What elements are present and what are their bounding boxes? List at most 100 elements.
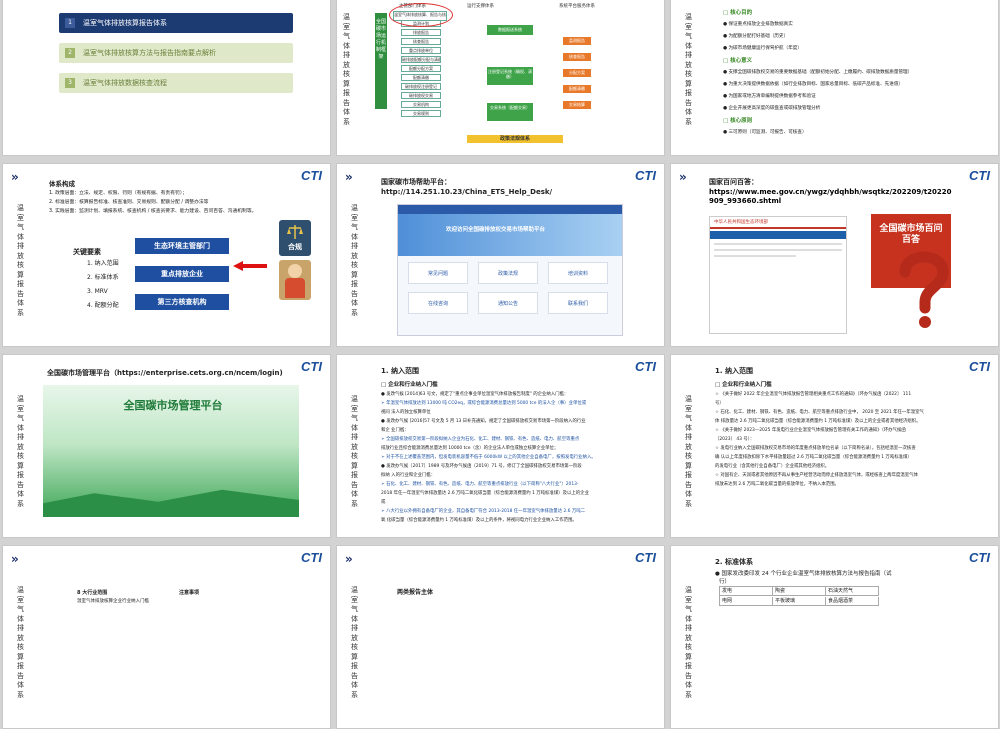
framework-output-box: 交易结算: [563, 101, 591, 109]
help-desk-banner: 欢迎访问全国碳排放权交易市场帮助平台: [446, 227, 546, 233]
section-heading: 1. 纳入范围: [715, 367, 753, 375]
slide-thumbnail-1[interactable]: 1 温室气体排放核算报告体系 2 温室气体排放核算方法与报告指南要点解析 3 温室气体排放…: [2, 0, 331, 156]
help-desk-url[interactable]: http://114.251.10.23/China_ETS_Help_Desk…: [381, 188, 552, 196]
policy-framework-bar: 政策法规体系: [467, 135, 563, 143]
bullet-item: ● 三可原则（可监测、可报告、可核查）: [723, 130, 807, 135]
actor-box: 重点排放企业: [135, 266, 229, 282]
slide-thumbnail-12[interactable]: CTI 温室气体排放核算报告体系 2. 标准体系 ● 国家发改委印发 24 个行…: [670, 545, 999, 729]
help-desk-screenshot: 欢迎访问全国碳排放权交易市场帮助平台 常见问题 政策法规 培训资料在线咨询 通知公告联…: [397, 204, 623, 336]
vertical-caption: 温室气体排放核算报告体系: [351, 395, 358, 508]
chevron-icon: »: [345, 552, 353, 566]
slide-title[interactable]: 全国碳市场管理平台（https://enterprise.cets.org.cn…: [47, 369, 283, 377]
vertical-caption: 温室气体排放核算报告体系: [343, 13, 350, 126]
actor-box: 生态环境主管部门: [135, 238, 229, 254]
body-line: 确 认以上年度排放扣除下水平排放量超过 2.6 万吨二氧化碳当量（综合能源消费量…: [715, 455, 912, 460]
section-heading: 8 大行业范围: [77, 590, 108, 596]
bullet-item: ● 企业开展更高深度的碳盘查或碳排放管理分析: [723, 106, 821, 111]
body-line: ☆ 发电行业纳入全国碳排放权交易市场的年度重点排放单位名录（以下简称名录），包括…: [715, 446, 916, 451]
slide-thumbnail-10[interactable]: » CTI 温室气体排放核算报告体系 8 大行业范围 注意事项 温室气体排放核算…: [2, 545, 331, 729]
slide-title: 国家碳市场帮助平台：: [381, 178, 451, 186]
cti-logo: CTI: [635, 550, 656, 565]
slide-thumbnail-5[interactable]: » CTI 温室气体排放核算报告体系 国家碳市场帮助平台： http://114…: [336, 163, 665, 347]
slide-thumbnail-7[interactable]: CTI 温室气体排放核算报告体系 全国碳市场管理平台（https://enter…: [2, 354, 331, 538]
body-line: ● 发改办气候〔2017〕1989 号及环办气候函〔2019〕71 号，修订了全…: [381, 464, 582, 469]
body-line: ➢ 对于不在上述覆盖范围内，但发电装机容量不低于 6000kW 以上的其他企业自…: [381, 455, 596, 460]
body-line: 1. 政策层面：立法、规定、权限、罚则（有规有据、有责有罚）；: [49, 191, 188, 196]
key-elements-title: 关键要素: [73, 248, 101, 256]
industry-table: 发电 陶瓷 石油天然气电网 平板玻璃 食品烟酒茶: [719, 586, 879, 606]
section-heading: 1. 纳入范围: [381, 367, 419, 375]
table-cell: 电网: [720, 597, 773, 606]
platform-banner-image: 全国碳市场管理平台: [43, 385, 299, 517]
body-line: ● 发改办气候 [2016]57 号文及 5 月 13 日补充通知，规定了全国碳…: [381, 419, 586, 424]
vertical-caption: 温室气体排放核算报告体系: [685, 586, 692, 699]
help-desk-tile[interactable]: 政策法规: [478, 262, 538, 284]
slide-thumbnail-4[interactable]: » CTI 温室气体排放核算报告体系 体系构成 1. 政策层面：立法、规定、权限…: [2, 163, 331, 347]
body-line: ☆ 对国有企、天润或者其他原因不再从事生产经营活动而停止排放温室气体，或经核查上…: [715, 473, 918, 478]
table-cell: 食品烟酒茶: [826, 597, 879, 606]
framework-output-box: 监测报告: [563, 37, 591, 45]
table-cell: 陶瓷: [773, 587, 826, 596]
help-desk-tile[interactable]: 通知公告: [478, 292, 538, 314]
table-cell: 平板玻璃: [773, 597, 826, 606]
slide-thumbnail-2[interactable]: 温室气体排放核算报告体系 全国碳市场运行机制框架 主管部门体系 运行支撑体系 系统平台…: [336, 0, 665, 156]
body-line: ● 国家发改委印发 24 个行业企业温室气体排放核算方法与报告指南（试: [715, 571, 892, 577]
agenda-item-label: 温室气体排放数据核查流程: [83, 79, 167, 87]
section-label: □ 核心原则: [723, 118, 753, 124]
help-desk-tile[interactable]: 联系我们: [548, 292, 608, 314]
body-line: 2018 年任一年温室气体排放量达 2.6 万吨二氧化碳当量（综合能源消费量约 …: [381, 491, 589, 496]
mee-webpage-screenshot: 中华人民共和国生态环境部: [709, 216, 847, 334]
actor-box: 第三方核查机构: [135, 294, 229, 310]
slide-thumbnail-6[interactable]: » CTI 国家百问百答： https://www.mee.gov.cn/ywg…: [670, 163, 999, 347]
framework-system-box: 数据报送系统: [487, 25, 533, 35]
table-cell: 石油天然气: [826, 587, 879, 596]
vertical-caption: 温室气体排放核算报告体系: [17, 204, 24, 317]
slide-title: 体系构成: [49, 180, 75, 188]
body-line: ➢ 年温室气体排放达到 13000 吨 CO2eq，或综合能源消费总量达到 50…: [381, 401, 587, 406]
cti-logo: CTI: [301, 168, 322, 183]
cti-logo: CTI: [301, 359, 322, 374]
body-line: 行）: [719, 579, 731, 585]
agenda-item-3[interactable]: 3 温室气体排放数据核查流程: [59, 73, 293, 93]
bullet-item: ● 为碳市场健康运行保驾护航（年度）: [723, 46, 802, 51]
chevron-icon: »: [11, 552, 19, 566]
slide-thumbnail-8[interactable]: CTI 温室气体排放核算报告体系 1. 纳入范围 □ 企业和行业纳入门槛 ● 发…: [336, 354, 665, 538]
framework-box: 配额清缴: [401, 74, 441, 81]
agenda-item-1[interactable]: 1 温室气体排放核算报告体系: [59, 13, 293, 33]
body-line: 2. 标准层面：核算报告标准、核查准则、交易规则、配额分配 / 调整办法等: [49, 200, 209, 205]
slide-thumbnail-11[interactable]: » CTI 温室气体排放核算报告体系 两类报告主体: [336, 545, 665, 729]
framework-box: 碳排放权注册登记: [401, 83, 441, 90]
slide-thumbnail-3[interactable]: 温室气体排放核算报告体系 □ 核心目的 ● 保证重点排放企业排放数据真实 ● 为配额…: [670, 0, 999, 156]
arrow-left-icon: [233, 261, 267, 271]
body-line: ➢ 石化、化工、建材、钢铁、有色、造纸、电力、航空等重点排放行业（以下简称"八大…: [381, 482, 579, 487]
framework-box: 重点排放单位: [401, 47, 441, 54]
cti-logo: CTI: [301, 550, 322, 565]
cti-logo: CTI: [635, 359, 656, 374]
slide-thumbnail-9[interactable]: CTI 温室气体排放核算报告体系 1. 纳入范围 □ 企业和行业纳入门槛 ☆ 《…: [670, 354, 999, 538]
framework-box: 交易规则: [401, 110, 441, 117]
body-line: 温室气体排放核算企业行业纳入门槛: [77, 599, 149, 604]
help-desk-tile[interactable]: 培训资料: [548, 262, 608, 284]
help-desk-tile[interactable]: 常见问题: [408, 262, 468, 284]
agenda-item-number: 3: [65, 78, 75, 88]
key-element-item: 1. 纳入范围: [87, 260, 119, 267]
slide-title: 国家百问百答：: [709, 178, 758, 186]
body-line: ☆ 石化、化工、建材、钢铁、有色、造纸、电力、航空等重点排放行业中， 2020 …: [715, 410, 924, 415]
platform-banner-title: 全国碳市场管理平台: [123, 399, 223, 412]
scales-icon: [287, 225, 303, 239]
body-line: ➢ 全国碳排放权交易第一阶段拟纳入企业为石化、化工、建材、钢铁、有色、造纸、电力…: [381, 437, 580, 442]
agenda-item-2[interactable]: 2 温室气体排放核算方法与报告指南要点解析: [59, 43, 293, 63]
help-desk-tile[interactable]: 在线咨询: [408, 292, 468, 314]
vertical-caption: 温室气体排放核算报告体系: [351, 204, 358, 317]
body-line: ● 发改气候 [2014]63 号文，规定了"重点企事业单位温室气体排放报告制度…: [381, 392, 569, 397]
framework-system-box: 注册登记系统（确权、清缴）: [487, 67, 533, 85]
framework-column-heading: 系统平台服务体系: [559, 4, 595, 9]
table-cell: 发电: [720, 587, 773, 596]
framework-output-box: 配额清缴: [563, 85, 591, 93]
framework-vertical-label: 全国碳市场运行机制框架: [375, 13, 387, 109]
framework-box: 排放报告: [401, 29, 441, 36]
key-element-item: 3. MRV: [87, 288, 108, 295]
qa-url[interactable]: https://www.mee.gov.cn/ywgz/ydqhbh/wsqtk…: [709, 188, 953, 206]
body-line: 号）: [715, 401, 724, 406]
section-heading: 两类报告主体: [397, 589, 434, 596]
